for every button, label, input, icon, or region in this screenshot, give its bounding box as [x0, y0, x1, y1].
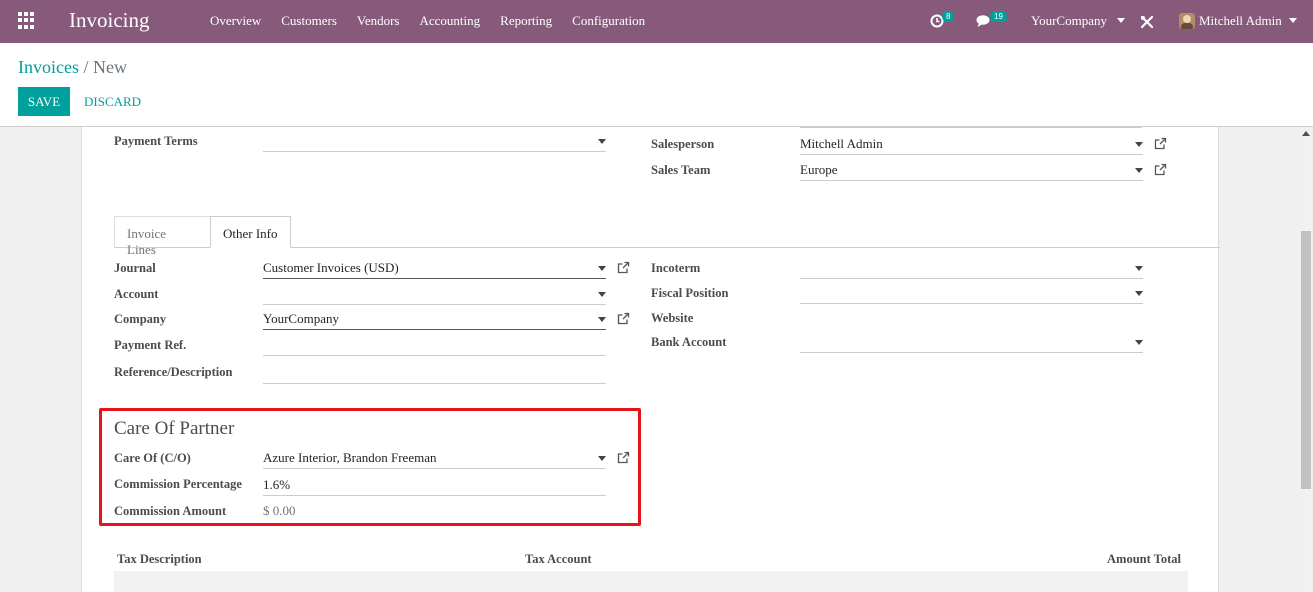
avatar [1179, 13, 1195, 29]
payment-ref-field[interactable] [263, 336, 606, 356]
external-link-icon[interactable] [617, 261, 630, 274]
amount-total-header: Amount Total [1107, 552, 1181, 566]
journal-field[interactable]: Customer Invoices (USD) [263, 259, 606, 279]
reference-description-field[interactable] [263, 364, 606, 384]
sales-team-label: Sales Team [651, 163, 711, 177]
incoterm-field[interactable] [800, 259, 1143, 279]
discard-button[interactable]: DISCARD [84, 94, 141, 110]
top-navbar: Invoicing Overview Customers Vendors Acc… [0, 0, 1313, 43]
company-name: YourCompany [1031, 13, 1107, 28]
form-view: Payment Terms Salesperson Mitchell Admin… [0, 127, 1313, 592]
commission-percentage-field[interactable]: 1.6% [263, 476, 606, 496]
save-button[interactable]: SAVE [18, 87, 70, 116]
scrollbar[interactable] [1299, 127, 1313, 592]
menu-customers[interactable]: Customers [281, 13, 337, 29]
dropdown-caret-icon [1135, 168, 1143, 173]
external-link-icon[interactable] [1154, 163, 1167, 176]
activity-count-badge: 8 [942, 11, 955, 22]
tools-icon [1140, 15, 1154, 29]
salesperson-field[interactable]: Mitchell Admin [800, 135, 1143, 155]
menu-reporting[interactable]: Reporting [500, 13, 552, 29]
payment-terms-label: Payment Terms [114, 134, 198, 148]
care-of-label: Care Of (C/O) [114, 451, 191, 465]
dropdown-caret-icon [1135, 266, 1143, 271]
dropdown-caret-icon [598, 139, 606, 144]
main-menu: Overview Customers Vendors Accounting Re… [210, 13, 665, 29]
messages-count-badge: 19 [990, 11, 1007, 22]
activity-button[interactable]: 8 [928, 0, 958, 43]
care-of-section-title: Care Of Partner [114, 418, 235, 439]
dropdown-caret-icon [1135, 142, 1143, 147]
breadcrumb: Invoices / New [18, 57, 127, 78]
commission-amount-label: Commission Amount [114, 504, 227, 518]
tab-invoice-lines[interactable]: Invoice Lines [114, 216, 211, 257]
fiscal-position-label: Fiscal Position [651, 286, 729, 300]
journal-label: Journal [114, 261, 156, 275]
breadcrumb-invoices[interactable]: Invoices [18, 57, 79, 77]
company-switcher[interactable]: YourCompany [1031, 0, 1126, 43]
scroll-up-icon[interactable] [1302, 131, 1310, 136]
user-name: Mitchell Admin [1199, 13, 1282, 28]
bank-account-label: Bank Account [651, 335, 727, 349]
payment-terms-field[interactable] [263, 132, 606, 152]
menu-configuration[interactable]: Configuration [572, 13, 645, 29]
commission-percentage-label: Commission Percentage [114, 477, 242, 491]
form-sheet: Payment Terms Salesperson Mitchell Admin… [81, 127, 1220, 592]
external-link-icon[interactable] [617, 451, 630, 464]
company-label: Company [114, 312, 167, 326]
external-link-icon[interactable] [1154, 137, 1167, 150]
scrollbar-thumb[interactable] [1301, 231, 1311, 489]
company-field[interactable]: YourCompany [263, 310, 606, 330]
dropdown-caret-icon [1135, 291, 1143, 296]
commission-amount-value: $ 0.00 [263, 503, 296, 518]
account-field[interactable] [263, 285, 606, 305]
reference-description-label: Reference/Description [114, 365, 233, 379]
chevron-down-icon [1289, 18, 1297, 23]
website-label: Website [651, 311, 694, 325]
app-name[interactable]: Invoicing [69, 8, 149, 33]
payment-ref-label: Payment Ref. [114, 338, 187, 352]
menu-vendors[interactable]: Vendors [357, 13, 400, 29]
menu-overview[interactable]: Overview [210, 13, 261, 29]
control-panel: Invoices / New SAVE DISCARD [0, 43, 1313, 127]
tax-description-header: Tax Description [117, 552, 202, 566]
breadcrumb-separator: / [83, 57, 89, 77]
external-link-icon[interactable] [617, 312, 630, 325]
chevron-down-icon [1117, 18, 1125, 23]
debug-tools-button[interactable] [1139, 0, 1155, 43]
menu-accounting[interactable]: Accounting [420, 13, 481, 29]
dropdown-caret-icon [598, 292, 606, 297]
dropdown-caret-icon [1135, 340, 1143, 345]
dropdown-caret-icon [598, 456, 606, 461]
fiscal-position-field[interactable] [800, 284, 1143, 304]
user-menu[interactable]: Mitchell Admin [1179, 0, 1304, 43]
account-label: Account [114, 287, 159, 301]
messages-button[interactable]: 19 [975, 0, 1015, 43]
breadcrumb-current: New [93, 57, 127, 77]
salesperson-label: Salesperson [651, 137, 715, 151]
dropdown-caret-icon [598, 266, 606, 271]
tab-other-info[interactable]: Other Info [210, 216, 291, 248]
apps-menu-icon[interactable] [18, 12, 35, 29]
care-of-field[interactable]: Azure Interior, Brandon Freeman [263, 449, 606, 469]
sales-team-field[interactable]: Europe [800, 161, 1143, 181]
bank-account-field[interactable] [800, 333, 1143, 353]
dropdown-caret-icon [598, 317, 606, 322]
field-top-partial [800, 127, 1142, 128]
table-row [114, 571, 1188, 592]
incoterm-label: Incoterm [651, 261, 701, 275]
tax-account-header: Tax Account [525, 552, 592, 566]
